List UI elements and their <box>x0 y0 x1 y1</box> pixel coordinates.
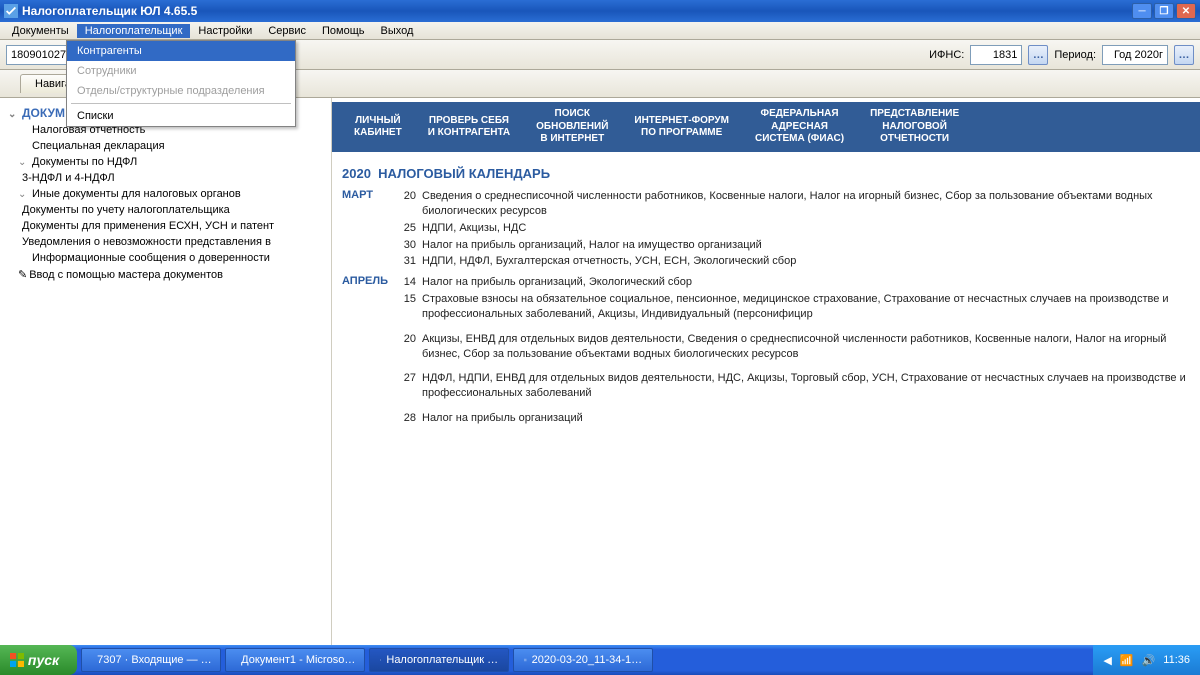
top-nav-item[interactable]: ЛИЧНЫЙКАБИНЕТ <box>354 115 402 140</box>
calendar-month: АПРЕЛЬ <box>342 275 398 428</box>
calendar-day: 20 <box>398 332 422 362</box>
close-button[interactable]: ✕ <box>1176 3 1196 19</box>
tray-icon[interactable]: ◀ <box>1103 654 1111 667</box>
ifns-label: ИФНС: <box>929 49 964 61</box>
chevron-down-icon <box>18 188 28 200</box>
tree-item[interactable]: Документы по НДФЛ <box>8 154 331 170</box>
calendar-entry: Налог на прибыль организаций <box>422 411 1190 426</box>
calendar-entry: НДПИ, НДФЛ, Бухгалтерская отчетность, УС… <box>422 254 1190 269</box>
taskbar: пуск 7307 · Входящие — …Документ1 - Micr… <box>0 645 1200 675</box>
top-nav-item[interactable]: ПОИСКОБНОВЛЕНИЙВ ИНТЕРНЕТ <box>536 108 608 146</box>
menu-item: Сотрудники <box>67 61 295 81</box>
calendar-day: 28 <box>398 411 422 426</box>
calendar-day: 20 <box>398 189 422 219</box>
system-tray: ◀ 📶 🔊 11:36 <box>1093 645 1200 675</box>
menu-документы[interactable]: Документы <box>4 24 77 38</box>
app-icon <box>380 653 381 667</box>
calendar-entry: Акцизы, ЕНВД для отдельных видов деятель… <box>422 332 1190 362</box>
tree-item[interactable]: Информационные сообщения о доверенности <box>8 250 331 266</box>
calendar-entry: Налог на прибыль организаций, Налог на и… <box>422 238 1190 253</box>
period-field[interactable] <box>1102 45 1168 65</box>
menubar: ДокументыНалогоплательщикНастройкиСервис… <box>0 22 1200 40</box>
taskbar-task[interactable]: 7307 · Входящие — … <box>81 648 221 672</box>
menu-настройки[interactable]: Настройки <box>190 24 260 38</box>
content-area: ЛИЧНЫЙКАБИНЕТ ПРОВЕРЬ СЕБЯИ КОНТРАГЕНТА ПО… <box>332 98 1200 653</box>
taxpayer-menu-dropdown: КонтрагентыСотрудникиОтделы/структурные … <box>66 40 296 127</box>
calendar-day: 14 <box>398 275 422 290</box>
calendar-entry: Налог на прибыль организаций, Экологичес… <box>422 275 1190 290</box>
calendar-entry: НДФЛ, НДПИ, ЕНВД для отдельных видов дея… <box>422 371 1190 401</box>
sidebar: ДОКУМ Налоговая отчетностьСпециальная де… <box>0 98 332 653</box>
tree-item[interactable]: Уведомления о невозможности представлени… <box>8 234 331 250</box>
calendar-day: 27 <box>398 371 422 401</box>
window-title: Налогоплательщик ЮЛ 4.65.5 <box>22 4 197 18</box>
maximize-button[interactable]: ❐ <box>1154 3 1174 19</box>
ifns-lookup-button[interactable]: … <box>1028 45 1048 65</box>
calendar-day: 15 <box>398 292 422 322</box>
menu-налогоплательщик[interactable]: Налогоплательщик <box>77 24 191 38</box>
window-titlebar: Налогоплательщик ЮЛ 4.65.5 ─ ❐ ✕ <box>0 0 1200 22</box>
start-button[interactable]: пуск <box>0 645 77 675</box>
top-nav: ЛИЧНЫЙКАБИНЕТ ПРОВЕРЬ СЕБЯИ КОНТРАГЕНТА ПО… <box>332 102 1200 152</box>
chevron-down-icon <box>18 156 28 168</box>
menu-сервис[interactable]: Сервис <box>260 24 314 38</box>
calendar-entry: НДПИ, Акцизы, НДС <box>422 221 1190 236</box>
network-icon[interactable]: 📶 <box>1120 654 1134 667</box>
calendar-day: 25 <box>398 221 422 236</box>
chevron-down-icon <box>8 106 18 120</box>
taskbar-task[interactable]: Документ1 - Microso… <box>225 648 365 672</box>
period-label: Период: <box>1054 49 1096 61</box>
taskbar-task[interactable]: Налогоплательщик … <box>369 648 509 672</box>
windows-logo-icon <box>10 653 24 667</box>
menu-выход[interactable]: Выход <box>373 24 422 38</box>
tree-item[interactable]: Документы по учету налогоплательщика <box>8 202 331 218</box>
tree-item[interactable]: 3-НДФЛ и 4-НДФЛ <box>8 170 331 186</box>
calendar-day: 30 <box>398 238 422 253</box>
menu-item[interactable]: Списки <box>67 106 295 126</box>
menu-item: Отделы/структурные подразделения <box>67 81 295 101</box>
period-lookup-button[interactable]: … <box>1174 45 1194 65</box>
top-nav-item[interactable]: ИНТЕРНЕТ-ФОРУМПО ПРОГРАММЕ <box>634 115 729 140</box>
tree-item[interactable]: Иные документы для налоговых органов <box>8 186 331 202</box>
clock: 11:36 <box>1163 654 1190 666</box>
calendar-month: МАРТ <box>342 189 398 271</box>
calendar-entry: Сведения о среднесписочной численности р… <box>422 189 1190 219</box>
minimize-button[interactable]: ─ <box>1132 3 1152 19</box>
tree-item[interactable]: ✎Ввод с помощью мастера документов <box>8 266 331 283</box>
menu-помощь[interactable]: Помощь <box>314 24 373 38</box>
app-icon <box>524 653 527 667</box>
wizard-icon: ✎ <box>18 269 27 281</box>
ifns-field[interactable] <box>970 45 1022 65</box>
tree-item[interactable]: Специальная декларация <box>8 138 331 154</box>
calendar-title: 2020 НАЛОГОВЫЙ КАЛЕНДАРЬ <box>342 162 1190 189</box>
calendar-entry: Страховые взносы на обязательное социаль… <box>422 292 1190 322</box>
menu-item[interactable]: Контрагенты <box>67 41 295 61</box>
tree-item[interactable]: Документы для применения ЕСХН, УСН и пат… <box>8 218 331 234</box>
top-nav-item[interactable]: ПРОВЕРЬ СЕБЯИ КОНТРАГЕНТА <box>428 115 510 140</box>
volume-icon[interactable]: 🔊 <box>1142 654 1156 667</box>
top-nav-item[interactable]: ПРЕДСТАВЛЕНИЕНАЛОГОВОЙОТЧЕТНОСТИ <box>870 108 959 146</box>
top-nav-item[interactable]: ФЕДЕРАЛЬНАЯАДРЕСНАЯСИСТЕМА (ФИАС) <box>755 108 844 146</box>
app-icon <box>4 4 18 18</box>
taskbar-task[interactable]: 2020-03-20_11-34-1… <box>513 648 653 672</box>
calendar-day: 31 <box>398 254 422 269</box>
